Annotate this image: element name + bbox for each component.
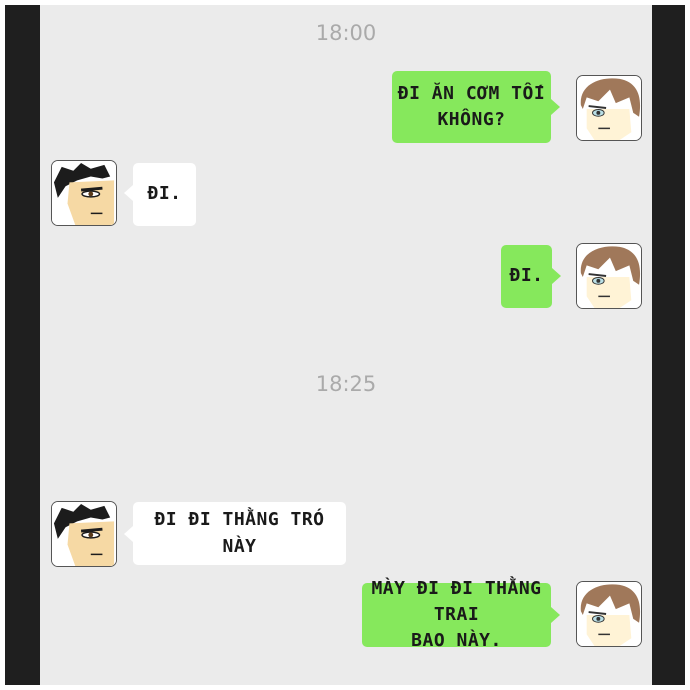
timestamp: 18:00 <box>315 21 377 45</box>
message-text-line: ĐI. <box>509 265 544 287</box>
black-hair-character-avatar[interactable] <box>51 160 117 226</box>
message-text-line: ĐI. <box>147 183 182 205</box>
timestamp: 18:25 <box>315 372 377 396</box>
bubble-tail <box>124 526 133 542</box>
bubble-tail <box>551 607 560 623</box>
message-text-line: KHÔNG? <box>437 109 506 130</box>
bubble-tail <box>124 185 133 201</box>
bubble-tail <box>551 99 560 115</box>
brown-hair-character-avatar[interactable] <box>576 581 642 647</box>
message-text-line: MÀY ĐI ĐI THẰNG TRAI <box>371 577 542 625</box>
brown-hair-character-avatar[interactable] <box>576 75 642 141</box>
avatar-illustration-icon <box>577 582 641 646</box>
black-hair-character-avatar[interactable] <box>51 501 117 567</box>
bubble-tail <box>552 268 561 284</box>
sent-message-bubble[interactable]: MÀY ĐI ĐI THẰNG TRAI BAO NÀY. <box>362 578 551 651</box>
sent-message-bubble[interactable]: ĐI ĂN CƠM TỐI KHÔNG? <box>392 71 551 143</box>
received-message-bubble[interactable]: ĐI ĐI THẰNG TRÓ NÀY <box>133 502 346 565</box>
message-text-line: BAO NÀY. <box>411 630 502 652</box>
chat-area[interactable]: 18:00 ĐI ĂN CƠM TỐI KHÔNG? ĐI. ĐI. 18:25… <box>40 5 652 685</box>
avatar-illustration-icon <box>52 161 116 225</box>
brown-hair-character-avatar[interactable] <box>576 243 642 309</box>
sent-message-bubble[interactable]: ĐI. <box>501 245 552 308</box>
avatar-illustration-icon <box>577 244 641 308</box>
received-message-bubble[interactable]: ĐI. <box>133 163 196 226</box>
message-text-line: ĐI ĐI THẰNG TRÓ NÀY <box>154 509 325 557</box>
avatar-illustration-icon <box>577 76 641 140</box>
message-text-line: ĐI ĂN CƠM TỐI <box>397 82 546 104</box>
avatar-illustration-icon <box>52 502 116 566</box>
